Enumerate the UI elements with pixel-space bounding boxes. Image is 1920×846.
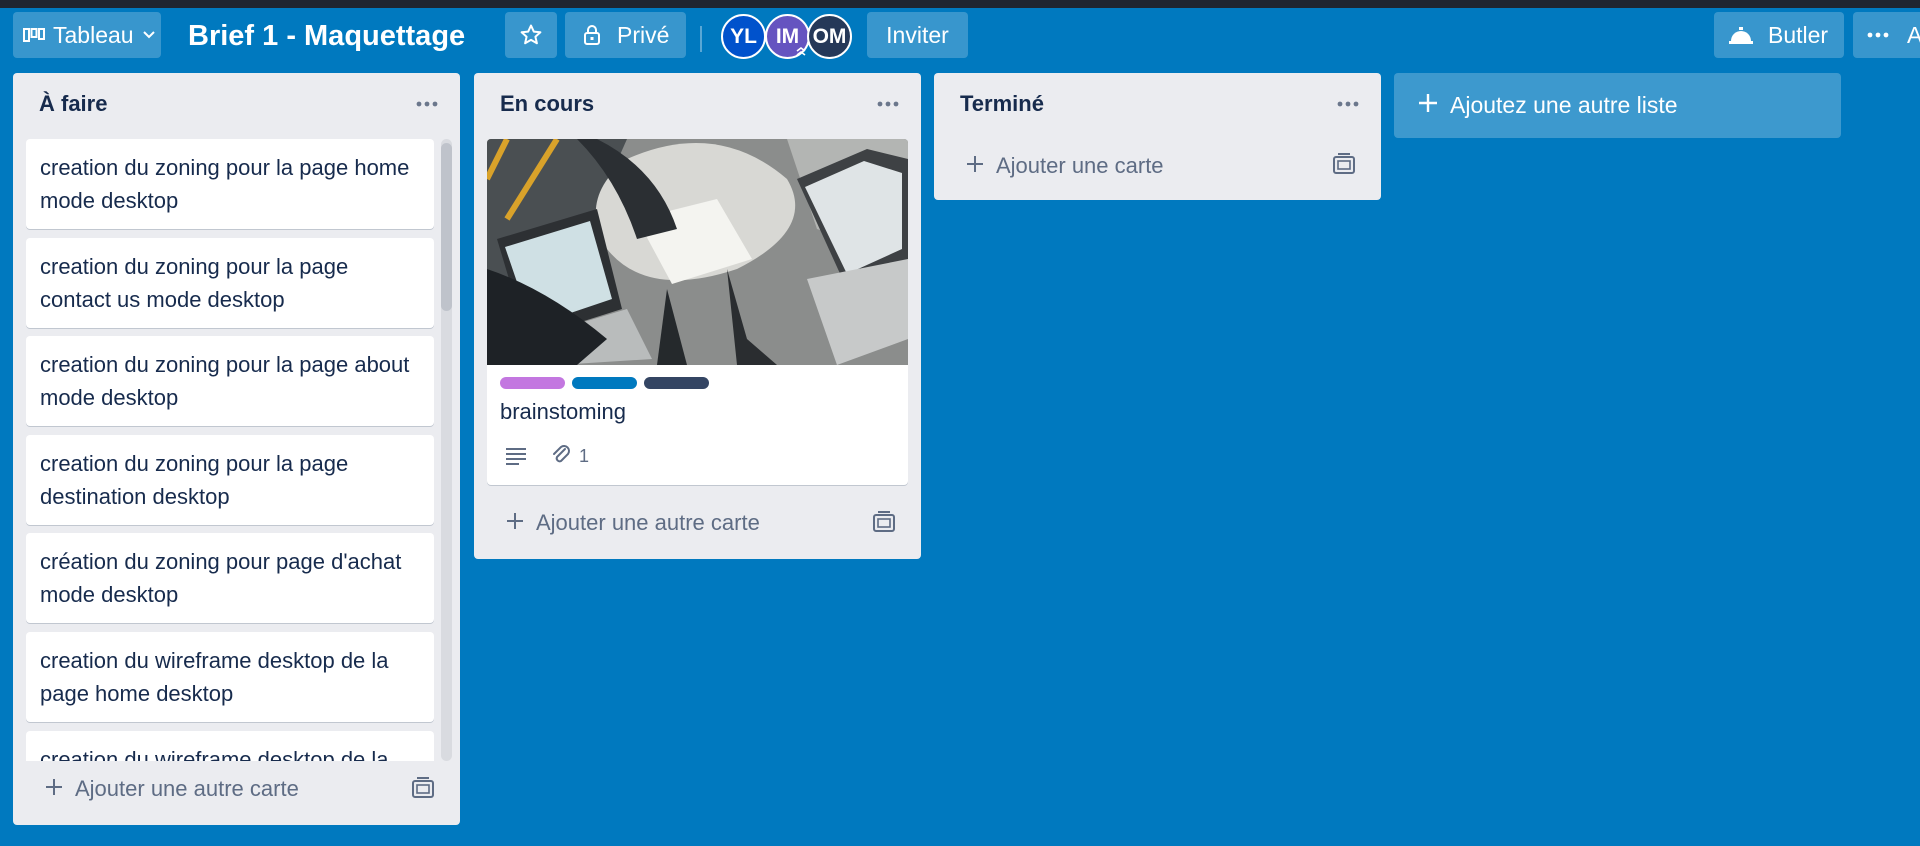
header-divider xyxy=(700,26,702,52)
add-card-button[interactable]: Ajouter une carte xyxy=(966,153,1164,179)
board-header: Tableau Brief 1 - Maquettage Privé YL IM… xyxy=(0,8,1920,70)
card-label-navy[interactable] xyxy=(644,377,709,389)
more-horizontal-icon xyxy=(1337,94,1359,112)
card[interactable]: creation du zoning pour la page about mo… xyxy=(26,336,434,426)
list-cards[interactable]: creation du zoning pour la page home mod… xyxy=(26,139,448,761)
add-list-button[interactable]: Ajoutez une autre liste xyxy=(1394,73,1841,138)
lock-icon xyxy=(583,25,601,45)
card-label-blue[interactable] xyxy=(572,377,637,389)
plus-icon xyxy=(966,153,984,179)
list-title[interactable]: En cours xyxy=(500,91,594,117)
paperclip-icon xyxy=(551,443,571,470)
card-template-icon[interactable] xyxy=(1332,153,1356,175)
visibility-button[interactable]: Privé xyxy=(565,12,686,58)
admin-chevron-icon xyxy=(793,42,809,58)
board-switcher-label: Tableau xyxy=(53,21,134,48)
plus-icon xyxy=(1418,92,1438,119)
plus-icon xyxy=(506,510,524,536)
card-label-purple[interactable] xyxy=(500,377,565,389)
card-title: brainstoming xyxy=(500,399,626,424)
card[interactable]: creation du zoning pour la page home mod… xyxy=(26,139,434,229)
plus-icon xyxy=(45,776,63,802)
show-menu-label: A xyxy=(1907,21,1920,48)
invite-button[interactable]: Inviter xyxy=(867,12,968,58)
avatar-initials: OM xyxy=(812,24,847,48)
card[interactable]: création du zoning pour page d'achat mod… xyxy=(26,533,434,623)
butler-bell-icon xyxy=(1728,24,1754,46)
add-card-label: Ajouter une autre carte xyxy=(75,776,299,801)
card[interactable]: creation du zoning pour la page contact … xyxy=(26,238,434,328)
show-menu-button[interactable]: A xyxy=(1853,12,1920,58)
list-menu-button[interactable] xyxy=(873,93,903,113)
avatar-yl[interactable]: YL xyxy=(721,14,766,59)
board-title[interactable]: Brief 1 - Maquettage xyxy=(188,14,465,58)
list-menu-button[interactable] xyxy=(412,93,442,113)
list-title[interactable]: Terminé xyxy=(960,91,1044,117)
add-card-button[interactable]: Ajouter une autre carte xyxy=(506,510,760,536)
board-switcher-button[interactable]: Tableau xyxy=(13,12,161,58)
card-with-cover[interactable]: brainstoming 1 xyxy=(487,139,908,485)
avatar-om[interactable]: OM xyxy=(807,14,852,59)
avatar-initials: YL xyxy=(730,24,757,48)
more-horizontal-icon xyxy=(416,94,438,112)
card[interactable]: creation du zoning pour la page destinat… xyxy=(26,435,434,525)
butler-button[interactable]: Butler xyxy=(1714,12,1844,58)
description-icon xyxy=(505,447,527,465)
board-view-icon xyxy=(23,27,45,43)
visibility-label: Privé xyxy=(617,21,670,48)
card-template-icon[interactable] xyxy=(872,511,896,533)
star-button[interactable] xyxy=(505,12,557,58)
list-scrollbar-thumb[interactable] xyxy=(441,143,452,311)
card[interactable]: creation du wireframe desktop de la page… xyxy=(26,731,434,761)
add-list-label: Ajoutez une autre liste xyxy=(1450,92,1678,118)
list-title[interactable]: À faire xyxy=(39,91,107,117)
star-icon xyxy=(519,23,543,47)
attachments-count: 1 xyxy=(579,446,590,466)
avatar-im[interactable]: IM xyxy=(765,14,810,59)
more-horizontal-icon xyxy=(1867,32,1889,38)
list-menu-button[interactable] xyxy=(1333,93,1363,113)
list-a-faire: À faire creation du zoning pour la page … xyxy=(13,73,460,825)
list-termine: Terminé Ajouter une carte xyxy=(934,73,1381,200)
butler-label: Butler xyxy=(1768,21,1829,48)
card-cover-photo xyxy=(487,139,908,365)
add-card-button[interactable]: Ajouter une autre carte xyxy=(45,776,299,802)
browser-top-edge xyxy=(0,0,1920,8)
card[interactable]: creation du wireframe desktop de la page… xyxy=(26,632,434,722)
invite-label: Inviter xyxy=(886,21,949,48)
card-template-icon[interactable] xyxy=(411,777,435,799)
attachments-badge: 1 xyxy=(551,443,589,470)
chevron-down-icon xyxy=(142,30,156,40)
add-card-label: Ajouter une autre carte xyxy=(536,510,760,535)
list-en-cours: En cours brainstoming 1 Ajouter une autr… xyxy=(474,73,921,559)
more-horizontal-icon xyxy=(877,94,899,112)
add-card-label: Ajouter une carte xyxy=(996,153,1164,178)
